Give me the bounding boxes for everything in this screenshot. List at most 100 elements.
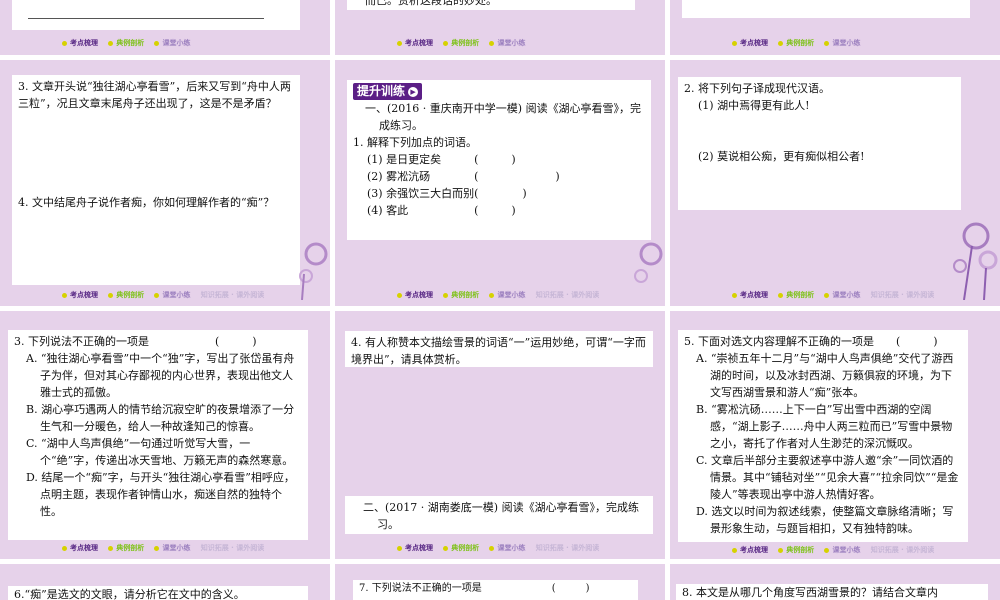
option-d: D. 选文以时间为叙述线索，使整篇文章脉络清晰；写景形象生动，与题旨相扣，又有独… [696,505,954,535]
reading-intro-box: 二、(2017 · 湖南娄底一模) 阅读《湖心亭看雪》，完成练习。 [345,496,653,534]
reading-intro: 一、(2016 · 重庆南开中学一模) 阅读《湖心亭看雪》，完成练习。 [365,102,642,132]
flower-deco-icon [953,222,998,300]
question-box: 6.“痴”是选文的文眼，请分析它在文中的含义。 [8,586,308,600]
choice-box: 3. 下列说法不正确的一项是 ( ) A. “独往湖心亭看雪”中一个“独”字，写… [8,330,308,540]
appreciate-box: 4. 有人称赞本文描绘雪景的词语“一”运用妙绝，可谓“一字而境界出”，请具体赏析… [345,331,653,367]
text-line: 而已。赏析这段话的妙处。 [365,0,497,7]
nav-item-tuozhan[interactable]: 知识拓展 · 课外阅读 [871,291,935,299]
question-8: 8. 本文是从哪几个角度写西湖雪景的？请结合文章内 [682,586,938,599]
slide-nav: 考点梳理 典例剖析 课堂小练 知识拓展 · 课外阅读 [397,289,607,301]
nav-item-dianli[interactable]: 典例剖析 [778,291,814,299]
nav-item-tuozhan[interactable]: 知识拓展 · 课外阅读 [536,291,600,299]
slide-nav: 考点梳理 典例剖析 课堂小练 知识拓展 · 课外阅读 [732,544,942,556]
word-item-2: (2) 雾凇沆砀 ( ) [367,170,560,183]
nav-item-kaodian[interactable]: 考点梳理 [397,544,433,552]
question-2: 2. 将下列句子译成现代汉语。 [684,82,830,95]
slide-nav: 考点梳理 典例剖析 课堂小练 知识拓展 · 课外阅读 [62,542,272,554]
slide-content: 而已。赏析这段话的妙处。 [347,0,635,10]
nav-item-dianli[interactable]: 典例剖析 [108,39,144,47]
word-item-3: (3) 余强饮三大白而别( ) [367,187,527,200]
translate-item-2: (2) 莫说相公痴，更有痴似相公者! [698,150,865,163]
option-c: C. 文章后半部分主要叙述亭中游人邀“余”一同饮酒的情景。其中“铺毡对坐”“见余… [696,454,959,501]
nav-item-kaodian[interactable]: 考点梳理 [397,39,433,47]
nav-item-ketang[interactable]: 课堂小练 [154,291,190,299]
nav-item-ketang[interactable]: 课堂小练 [489,544,525,552]
nav-item-tuozhan[interactable]: 知识拓展 · 课外阅读 [536,544,600,552]
slide-nav: 考点梳理 典例剖析 课堂小练 [732,37,868,49]
slide-content [12,0,300,30]
slide-nav: 考点梳理 典例剖析 课堂小练 知识拓展 · 课外阅读 [62,289,272,301]
reading-intro-2: 二、(2017 · 湖南娄底一模) 阅读《湖心亭看雪》，完成练习。 [363,501,640,531]
nav-item-ketang[interactable]: 课堂小练 [154,544,190,552]
nav-item-kaodian[interactable]: 考点梳理 [732,291,768,299]
question-box: 8. 本文是从哪几个角度写西湖雪景的？请结合文章内 [676,584,988,600]
question-6: 6.“痴”是选文的文眼，请分析它在文中的含义。 [14,588,245,600]
slide-r3c3: 5. 下面对选文内容理解不正确的一项是 ( ) A. “崇祯五年十二月”与“湖中… [670,311,1000,559]
nav-item-dianli[interactable]: 典例剖析 [108,544,144,552]
translate-item-1: (1) 湖中焉得更有此人! [698,99,810,112]
question-1: 1. 解释下列加点的词语。 [353,136,477,149]
flower-deco-icon [634,242,663,283]
nav-item-ketang[interactable]: 课堂小练 [824,291,860,299]
nav-item-kaodian[interactable]: 考点梳理 [62,291,98,299]
question-box: 3. 文章开头说“独往湖心亭看雪”，后来又写到“舟中人两三粒”，况且文章末尾舟子… [12,75,300,285]
nav-item-ketang[interactable]: 课堂小练 [154,39,190,47]
question-4: 4. 有人称赞本文描绘雪景的词语“一”运用妙绝，可谓“一字而境界出”，请具体赏析… [351,336,646,366]
translate-box: 2. 将下列句子译成现代汉语。 (1) 湖中焉得更有此人! (2) 莫说相公痴，… [678,77,961,210]
nav-item-tuozhan[interactable]: 知识拓展 · 课外阅读 [201,544,265,552]
slide-r3c2: 4. 有人称赞本文描绘雪景的词语“一”运用妙绝，可谓“一字而境界出”，请具体赏析… [335,311,665,559]
nav-item-ketang[interactable]: 课堂小练 [489,291,525,299]
slide-r2c1: 3. 文章开头说“独往湖心亭看雪”，后来又写到“舟中人两三粒”，况且文章末尾舟子… [0,60,330,306]
word-item-1: (1) 是日更定矣 ( ) [367,153,516,166]
question-box: 7. 下列说法不正确的一项是 ( ) [353,580,638,600]
nav-item-kaodian[interactable]: 考点梳理 [397,291,433,299]
slide-r2c2: 提升训练 ▶ 一、(2016 · 重庆南开中学一模) 阅读《湖心亭看雪》，完成练习… [335,60,665,306]
answer-line [28,18,264,19]
option-b: B. 湖心亭巧遇两人的情节给沉寂空旷的夜景增添了一分生气和一分暖色，给人一种故逢… [26,403,295,433]
slide-r4c3: 8. 本文是从哪几个角度写西湖雪景的？请结合文章内 [670,564,1000,600]
slide-r3c1: 3. 下列说法不正确的一项是 ( ) A. “独往湖心亭看雪”中一个“独”字，写… [0,311,330,559]
play-arrow-icon: ▶ [408,86,419,97]
nav-item-dianli[interactable]: 典例剖析 [443,39,479,47]
nav-item-tuozhan[interactable]: 知识拓展 · 课外阅读 [871,546,935,554]
nav-item-kaodian[interactable]: 考点梳理 [62,39,98,47]
slide-r1c2: 而已。赏析这段话的妙处。 考点梳理 典例剖析 课堂小练 [335,0,665,55]
nav-item-dianli[interactable]: 典例剖析 [443,291,479,299]
slide-r2c3: 2. 将下列句子译成现代汉语。 (1) 湖中焉得更有此人! (2) 莫说相公痴，… [670,60,1000,306]
question-7: 7. 下列说法不正确的一项是 ( ) [359,583,590,594]
option-d: D. 结尾一个“痴”字，与开头“独往湖心亭看雪”相呼应，点明主题，表现作者钟情山… [26,471,295,518]
question-3: 3. 下列说法不正确的一项是 ( ) [14,335,257,348]
slide-r4c1: 6.“痴”是选文的文眼，请分析它在文中的含义。 [0,564,330,600]
option-a: A. “独往湖心亭看雪”中一个“独”字，写出了张岱虽有舟子为伴，但对其心存鄙视的… [26,352,295,399]
slide-nav: 考点梳理 典例剖析 课堂小练 知识拓展 · 课外阅读 [732,289,942,301]
slide-nav: 考点梳理 典例剖析 课堂小练 [62,37,198,49]
exercise-box: 提升训练 ▶ 一、(2016 · 重庆南开中学一模) 阅读《湖心亭看雪》，完成练习… [347,80,651,240]
nav-item-ketang[interactable]: 课堂小练 [824,546,860,554]
nav-item-dianli[interactable]: 典例剖析 [778,546,814,554]
word-item-4: (4) 客此 ( ) [367,204,516,217]
slide-r4c2: 7. 下列说法不正确的一项是 ( ) [335,564,665,600]
option-a: A. “崇祯五年十二月”与“湖中人鸟声俱绝”交代了游西湖的时间，以及冰封西湖、万… [696,352,954,399]
tisheng-badge: 提升训练 ▶ [353,83,423,100]
slide-nav: 考点梳理 典例剖析 课堂小练 知识拓展 · 课外阅读 [397,542,607,554]
slide-content [682,0,970,18]
option-b: B. “雾凇沆砀……上下一白”写出雪中西湖的空阔感，“湖上影子……舟中人两三粒而… [696,403,953,450]
slide-r1c3: 考点梳理 典例剖析 课堂小练 [670,0,1000,55]
nav-item-dianli[interactable]: 典例剖析 [443,544,479,552]
nav-item-dianli[interactable]: 典例剖析 [108,291,144,299]
choice-box: 5. 下面对选文内容理解不正确的一项是 ( ) A. “崇祯五年十二月”与“湖中… [678,330,968,542]
question-3: 3. 文章开头说“独往湖心亭看雪”，后来又写到“舟中人两三粒”，况且文章末尾舟子… [18,80,291,110]
nav-item-ketang[interactable]: 课堂小练 [489,39,525,47]
question-4: 4. 文中结尾舟子说作者痴，你如何理解作者的“痴”？ [18,196,275,209]
nav-item-dianli[interactable]: 典例剖析 [778,39,814,47]
question-5: 5. 下面对选文内容理解不正确的一项是 ( ) [684,335,938,348]
nav-item-kaodian[interactable]: 考点梳理 [732,546,768,554]
option-c: C. “湖中人鸟声俱绝”一句通过听觉写大雪，一个“绝”字，传递出冰天雪地、万籁无… [26,437,294,467]
nav-item-ketang[interactable]: 课堂小练 [824,39,860,47]
nav-item-tuozhan[interactable]: 知识拓展 · 课外阅读 [201,291,265,299]
nav-item-kaodian[interactable]: 考点梳理 [62,544,98,552]
slide-r1c1: 考点梳理 典例剖析 课堂小练 [0,0,330,55]
slide-nav: 考点梳理 典例剖析 课堂小练 [397,37,533,49]
flower-deco-icon [299,242,328,300]
nav-item-kaodian[interactable]: 考点梳理 [732,39,768,47]
